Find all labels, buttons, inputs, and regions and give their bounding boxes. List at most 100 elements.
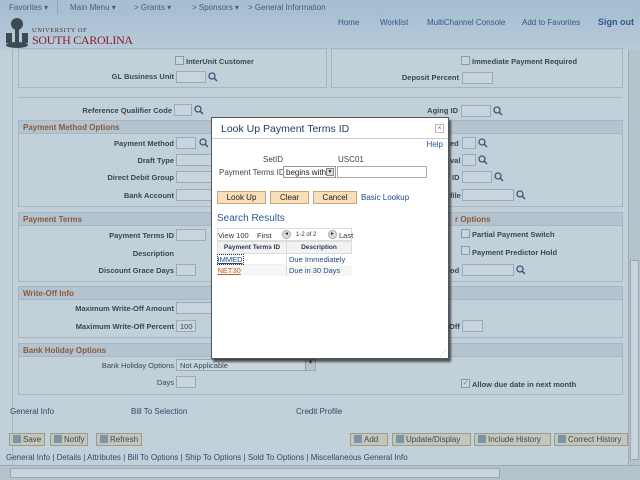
search-icon[interactable]: [199, 138, 209, 148]
direct-debit-group-input[interactable]: [176, 171, 216, 183]
notify-button[interactable]: Notify: [50, 433, 89, 446]
payment-method-input[interactable]: [176, 137, 196, 149]
immediate-payment-required-checkbox[interactable]: [461, 56, 470, 65]
description-label: Description: [132, 249, 174, 258]
next-icon[interactable]: ►: [328, 230, 337, 239]
max-write-off-percent-input[interactable]: 100: [176, 320, 196, 332]
view-100-link[interactable]: View 100: [218, 231, 249, 240]
horizontal-scrollbar[interactable]: [0, 465, 640, 480]
breadcrumb-sponsors[interactable]: > Sponsors ▾: [192, 3, 239, 12]
table-row[interactable]: NET30 Due in 30 Days: [217, 264, 352, 276]
breadcrumb-grants[interactable]: > Grants ▾: [134, 3, 171, 12]
table-row[interactable]: IMMED Due Immediately: [216, 253, 352, 265]
reference-qualifier-code-label: Reference Qualifier Code: [82, 106, 172, 115]
field-input[interactable]: [462, 264, 514, 276]
field-input[interactable]: [462, 154, 476, 166]
deposit-percent-input[interactable]: [462, 72, 493, 84]
search-icon[interactable]: [208, 72, 218, 82]
bank-account-input[interactable]: [176, 189, 216, 201]
draft-type-select[interactable]: [176, 154, 216, 166]
multichannel-console-link[interactable]: MultiChannel Console: [427, 18, 505, 27]
cancel-button[interactable]: Cancel: [313, 191, 357, 204]
field-label-fragment: val: [450, 156, 461, 165]
gl-business-unit-input[interactable]: [176, 71, 206, 83]
field-label-fragment: file: [450, 191, 461, 200]
footer-link-attributes[interactable]: Attributes: [87, 453, 121, 462]
clear-button[interactable]: Clear: [270, 191, 309, 204]
payment-terms-id-input[interactable]: [176, 229, 206, 241]
history-icon: [478, 435, 486, 443]
field-input[interactable]: [462, 320, 483, 332]
footer-links: General Info | Details | Attributes | Bi…: [6, 453, 408, 462]
close-icon[interactable]: ×: [435, 124, 444, 133]
search-icon[interactable]: [478, 155, 488, 165]
scrollbar-thumb[interactable]: [10, 468, 500, 478]
breadcrumb-general-information[interactable]: > General Information: [248, 3, 326, 12]
footer-link-bill-to-options[interactable]: Bill To Options: [127, 453, 178, 462]
footer-link-sold-to-options[interactable]: Sold To Options: [248, 453, 304, 462]
worklist-link[interactable]: Worklist: [380, 18, 408, 27]
footer-link-ship-to-options[interactable]: Ship To Options: [185, 453, 241, 462]
footer-link-general-info[interactable]: General Info: [6, 453, 50, 462]
interunit-customer-checkbox[interactable]: [175, 56, 184, 65]
search-results-title: Search Results: [217, 213, 285, 224]
search-icon[interactable]: [194, 105, 204, 115]
group-box: [18, 48, 327, 88]
days-label: Days: [156, 378, 174, 387]
refresh-button[interactable]: Refresh: [96, 433, 143, 446]
save-button[interactable]: Save: [9, 433, 46, 446]
search-icon[interactable]: [478, 138, 488, 148]
search-icon[interactable]: [516, 190, 526, 200]
help-link[interactable]: Help: [427, 140, 443, 149]
allow-due-date-next-month-checkbox[interactable]: ✓: [461, 379, 470, 388]
sign-out-link[interactable]: Sign out: [598, 17, 634, 27]
payment-terms-id-search-input[interactable]: [337, 166, 427, 178]
operator-select[interactable]: begins with ▼: [283, 166, 336, 178]
notify-icon: [54, 435, 62, 443]
result-description[interactable]: Due in 30 Days: [286, 264, 352, 276]
field-input[interactable]: [462, 137, 476, 149]
basic-lookup-link[interactable]: Basic Lookup: [361, 193, 409, 202]
payment-terms-id-label: Payment Terms ID: [219, 168, 285, 177]
result-link[interactable]: NET30: [218, 266, 241, 275]
result-link[interactable]: IMMED: [216, 253, 244, 265]
days-input[interactable]: [176, 376, 196, 388]
general-info-link[interactable]: General Info: [10, 407, 54, 416]
add-to-favorites-link[interactable]: Add to Favorites: [522, 18, 580, 27]
search-icon[interactable]: [516, 265, 526, 275]
partial-payment-switch-checkbox[interactable]: [461, 229, 470, 238]
selected-value: begins with: [286, 168, 327, 177]
scrollbar-thumb[interactable]: [630, 260, 639, 460]
footer-link-details[interactable]: Details: [57, 453, 81, 462]
resize-handle-icon[interactable]: ⋰: [440, 350, 446, 357]
add-button[interactable]: Add: [350, 433, 388, 446]
previous-icon[interactable]: ◄: [282, 230, 291, 239]
look-up-button[interactable]: Look Up: [217, 191, 266, 204]
payment-predictor-hold-label: Payment Predictor Hold: [472, 248, 558, 257]
results-table: Payment Terms ID Description IMMED Due Imm…: [216, 241, 352, 276]
field-input[interactable]: [462, 171, 492, 183]
field-label-fragment: ID: [452, 173, 460, 182]
update-display-button[interactable]: Update/Display: [392, 433, 471, 446]
include-history-button[interactable]: Include History: [474, 433, 551, 446]
bill-to-selection-link[interactable]: Bill To Selection: [131, 407, 187, 416]
reference-qualifier-code-input[interactable]: [174, 104, 192, 116]
discount-grace-days-input[interactable]: [176, 264, 196, 276]
result-description[interactable]: Due Immediately: [286, 253, 352, 265]
max-write-off-amount-input[interactable]: [176, 302, 216, 314]
vertical-scrollbar[interactable]: [628, 50, 640, 465]
search-icon[interactable]: [493, 106, 503, 116]
credit-profile-link[interactable]: Credit Profile: [296, 407, 342, 416]
home-link[interactable]: Home: [338, 18, 359, 27]
footer-link-misc-general-info[interactable]: Miscellaneous General Info: [311, 453, 408, 462]
favorites-menu[interactable]: Favorites ▾: [9, 3, 48, 12]
field-input[interactable]: [462, 189, 514, 201]
field-label-fragment: ed: [450, 139, 459, 148]
correct-history-button[interactable]: Correct History: [554, 433, 628, 446]
main-menu[interactable]: Main Menu ▾: [70, 3, 116, 12]
bank-holiday-options-select[interactable]: Not Applicable ▼: [176, 359, 316, 371]
search-icon[interactable]: [494, 172, 504, 182]
payment-predictor-hold-checkbox[interactable]: [461, 246, 470, 255]
chevron-down-icon: ▼: [326, 168, 334, 176]
aging-id-input[interactable]: [461, 105, 491, 117]
